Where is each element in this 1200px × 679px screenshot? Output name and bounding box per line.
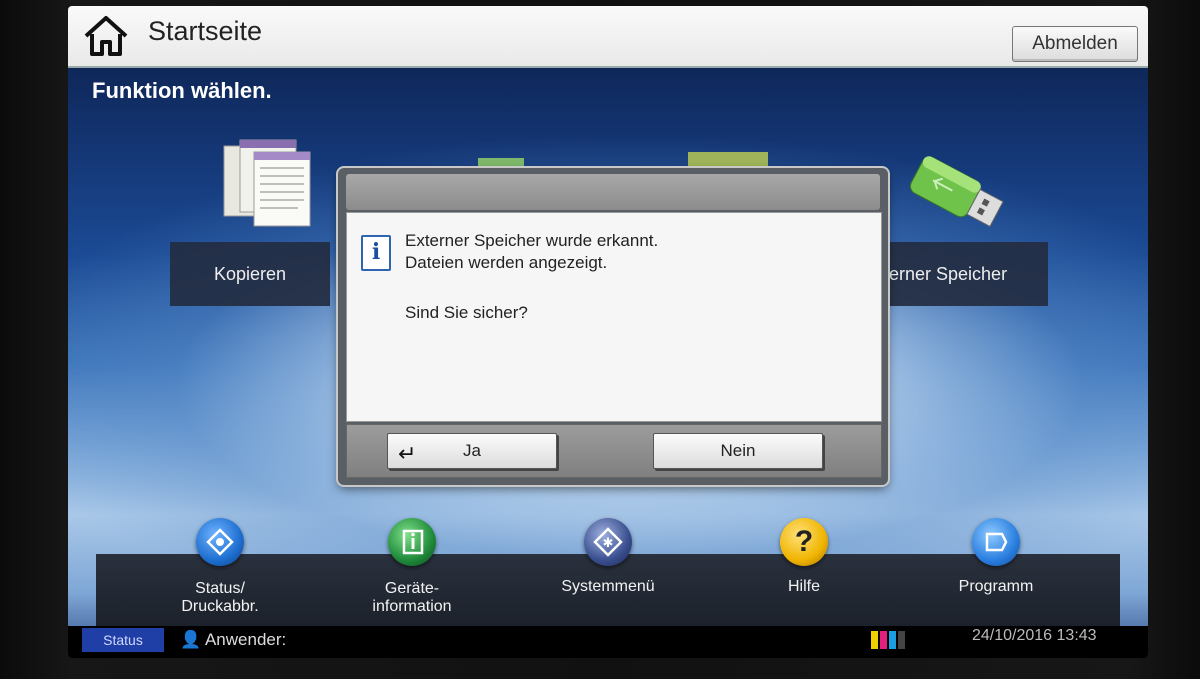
nav-device-info[interactable]: Geräte- information — [342, 554, 482, 616]
toner-icon — [871, 631, 905, 649]
nav-program-line1: Programm — [958, 578, 1034, 595]
svg-text:✱: ✱ — [603, 536, 614, 551]
yes-button-label: Ja — [463, 441, 481, 460]
device-bezel: Startseite Abmelden Funktion wählen. Kop… — [0, 0, 1200, 679]
dialog-message-line2: Dateien werden angezeigt. — [405, 253, 608, 272]
nav-help[interactable]: Hilfe — [734, 554, 874, 596]
enter-icon: ↵ — [398, 442, 417, 467]
page-title: Startseite — [148, 16, 263, 46]
yes-button[interactable]: ↵ Ja — [387, 433, 557, 469]
user-label: 👤 Anwender: — [180, 630, 286, 650]
nav-status-line1: Status/ — [195, 580, 245, 597]
home-icon[interactable] — [82, 14, 130, 58]
tile-copy[interactable]: Kopieren — [170, 242, 330, 306]
status-tab[interactable]: Status — [82, 628, 164, 652]
dialog-question: Sind Sie sicher? — [405, 303, 528, 322]
dialog-body: i Externer Speicher wurde erkannt. Datei… — [346, 212, 882, 422]
date-time: 24/10/2016 13:43 — [972, 627, 1097, 644]
dialog-header — [346, 174, 880, 210]
function-instruction: Funktion wählen. — [92, 78, 272, 103]
tile-external-storage[interactable]: terner Speicher — [884, 242, 1048, 306]
nav-device-line2: information — [372, 598, 452, 615]
usb-icon — [909, 156, 1004, 228]
nav-system-line1: Systemmenü — [561, 578, 655, 595]
top-bar: Startseite Abmelden — [68, 6, 1148, 68]
user-label-text: Anwender: — [204, 630, 287, 649]
nav-device-line1: Geräte- — [384, 580, 440, 597]
dialog-message-line1: Externer Speicher wurde erkannt. — [405, 231, 659, 250]
logout-button[interactable]: Abmelden — [1012, 26, 1138, 62]
user-icon: 👤 — [180, 630, 202, 650]
nav-help-line1: Hilfe — [787, 578, 820, 595]
nav-status-line2: Druckabbr. — [181, 598, 259, 615]
no-button[interactable]: Nein — [653, 433, 823, 469]
info-icon: i — [361, 235, 391, 271]
touch-screen: Startseite Abmelden Funktion wählen. Kop… — [68, 6, 1148, 658]
dialog-footer: ↵ Ja Nein — [346, 424, 882, 478]
nav-program[interactable]: Programm — [926, 554, 1066, 596]
nav-status[interactable]: Status/ Druckabbr. — [150, 554, 290, 616]
copy-icon — [223, 139, 311, 227]
nav-system-menu[interactable]: Systemmenü — [538, 554, 678, 596]
confirmation-dialog: i Externer Speicher wurde erkannt. Datei… — [338, 168, 888, 485]
